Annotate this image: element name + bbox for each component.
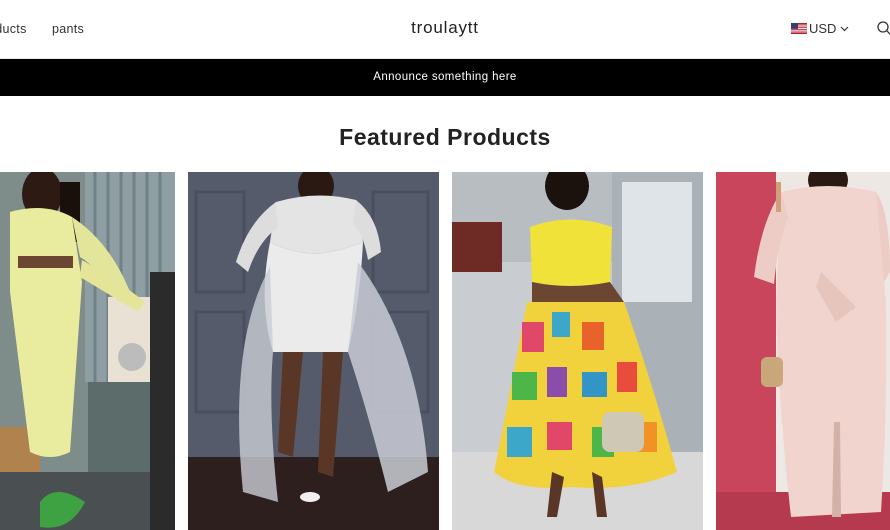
us-flag-icon [791, 23, 807, 34]
product-image [452, 172, 703, 530]
product-card[interactable] [188, 172, 439, 530]
search-icon[interactable] [876, 20, 890, 36]
store-logo[interactable]: troulaytt [0, 18, 890, 38]
product-image [0, 172, 175, 530]
currency-label: USD [809, 21, 837, 36]
currency-selector[interactable]: USD [791, 21, 849, 36]
announcement-bar: Announce something here [0, 59, 890, 96]
site-header: oducts pants troulaytt USD [0, 0, 890, 59]
product-image [716, 172, 890, 530]
product-image [188, 172, 439, 530]
product-card[interactable] [716, 172, 890, 530]
section-title: Featured Products [339, 124, 551, 150]
product-card[interactable] [452, 172, 703, 530]
product-card[interactable] [0, 172, 175, 530]
chevron-down-icon [841, 26, 849, 31]
